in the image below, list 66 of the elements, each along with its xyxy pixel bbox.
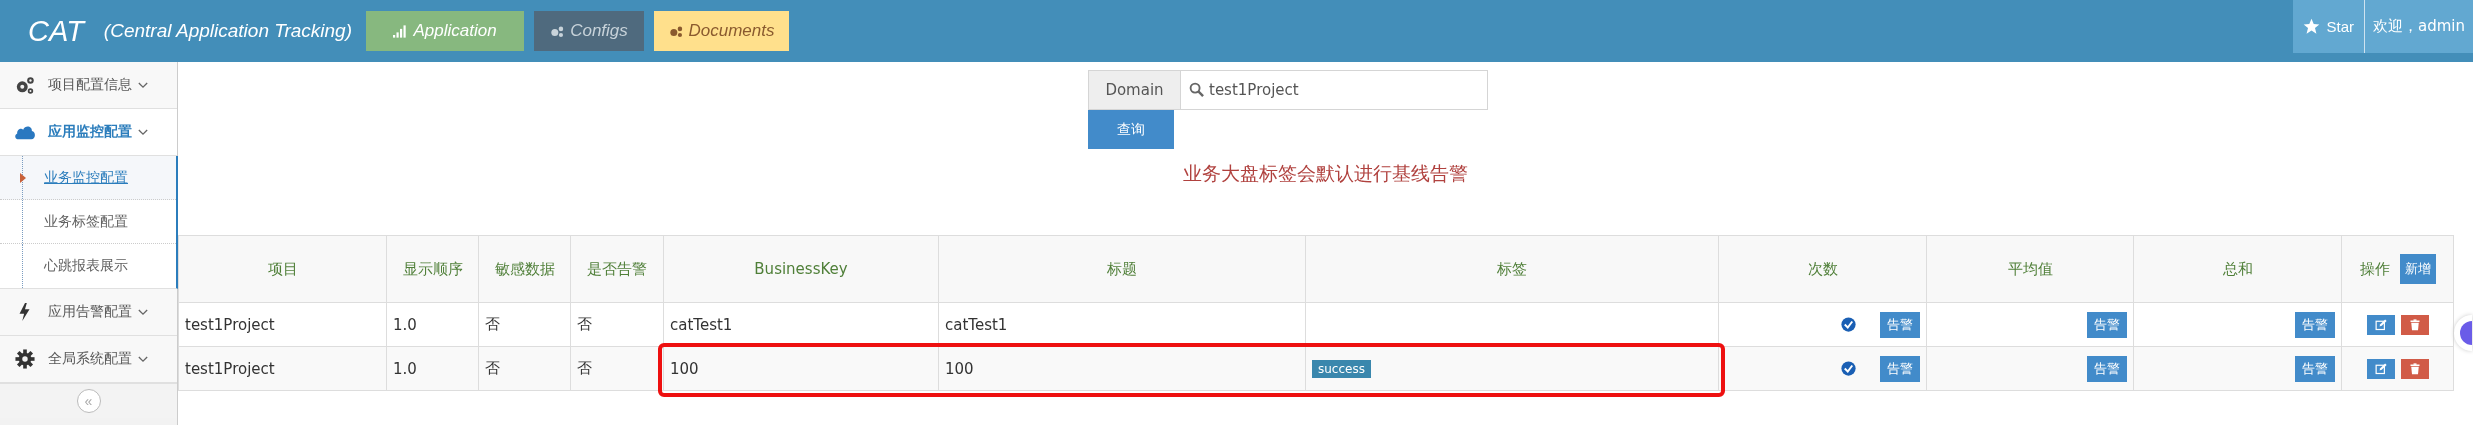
sidebar-item[interactable]: 全局系统配置 — [0, 336, 177, 383]
star-icon — [2303, 18, 2321, 35]
chevron-down-icon — [138, 81, 148, 89]
column-header: 项目 — [267, 259, 298, 279]
sidebar-item[interactable]: 项目配置信息 — [0, 62, 177, 109]
column-header: 标签 — [1497, 259, 1527, 279]
table-cell: 1.0 — [393, 359, 417, 378]
column-header: 显示顺序 — [402, 259, 463, 279]
signal-bars-icon — [393, 24, 408, 38]
collapse-button[interactable]: « — [76, 389, 101, 413]
table-cell: catTest1 — [945, 315, 1008, 334]
chevron-down-icon — [138, 308, 148, 316]
domain-search-field[interactable]: test1Project — [1181, 70, 1488, 110]
sidebar-item[interactable]: 应用监控配置 — [0, 109, 177, 156]
table-cell: test1Project — [185, 315, 275, 334]
table-cell: test1Project — [185, 359, 275, 378]
sidebar-item[interactable]: 应用告警配置 — [0, 289, 177, 336]
tag-label: success — [1312, 359, 1371, 378]
column-header: 次数 — [1807, 259, 1838, 279]
alert-button[interactable]: 告警 — [2295, 355, 2335, 382]
alert-button[interactable]: 告警 — [1880, 311, 1920, 338]
delete-button[interactable] — [2400, 314, 2429, 335]
column-header: BusinessKey — [754, 260, 848, 278]
table-cell: 100 — [945, 359, 974, 378]
alert-button[interactable]: 告警 — [2295, 311, 2335, 338]
table-cell: 否 — [485, 359, 500, 378]
chevron-down-icon — [138, 128, 148, 136]
alert-button[interactable]: 告警 — [1880, 355, 1920, 382]
welcome-user[interactable]: 欢迎，admin — [2365, 17, 2473, 36]
edit-button[interactable] — [2366, 358, 2395, 379]
column-header: 是否告警 — [587, 259, 647, 279]
column-header: 标题 — [1107, 259, 1137, 279]
table-cell: 100 — [670, 359, 699, 378]
alert-button[interactable]: 告警 — [2087, 311, 2127, 338]
delete-button[interactable] — [2400, 358, 2429, 379]
sidebar-subitem[interactable]: 心跳报表展示 — [0, 244, 176, 288]
column-header: 操作 — [2359, 259, 2390, 279]
trash-icon — [2408, 362, 2421, 375]
table-cell: 1.0 — [393, 315, 417, 334]
alert-button[interactable]: 告警 — [2087, 355, 2127, 382]
logo-text: CAT — [28, 14, 84, 48]
star-button[interactable]: Star — [2293, 0, 2365, 53]
trash-icon — [2408, 318, 2421, 331]
table-cell: 否 — [577, 315, 592, 334]
sidebar-subitem[interactable]: 业务监控配置 — [0, 156, 176, 200]
chevron-down-icon — [138, 355, 148, 363]
domain-label: Domain — [1088, 70, 1181, 110]
floating-widget-icon[interactable] — [2454, 315, 2472, 351]
table-cell: catTest1 — [670, 315, 733, 334]
add-button[interactable]: 新增 — [2399, 254, 2436, 284]
query-button[interactable]: 查询 — [1088, 110, 1174, 149]
nav-button[interactable]: Configs — [534, 11, 644, 51]
notice-text: 业务大盘标签会默认进行基线告警 — [1183, 161, 1468, 186]
edit-icon — [2374, 362, 2387, 375]
nav-button[interactable]: Documents — [654, 11, 789, 51]
column-header: 敏感数据 — [494, 259, 555, 279]
column-header: 平均值 — [2007, 259, 2053, 279]
nav-button[interactable]: Application — [366, 11, 524, 51]
gear-icon — [14, 349, 36, 369]
column-header: 总和 — [2222, 259, 2253, 279]
table-cell: 否 — [577, 359, 592, 378]
app-subtitle: (Central Application Tracking) — [103, 20, 352, 42]
sidebar-subitem[interactable]: 业务标签配置 — [0, 200, 176, 244]
edit-icon — [2374, 318, 2387, 331]
table-cell: 否 — [485, 315, 500, 334]
edit-button[interactable] — [2366, 314, 2395, 335]
